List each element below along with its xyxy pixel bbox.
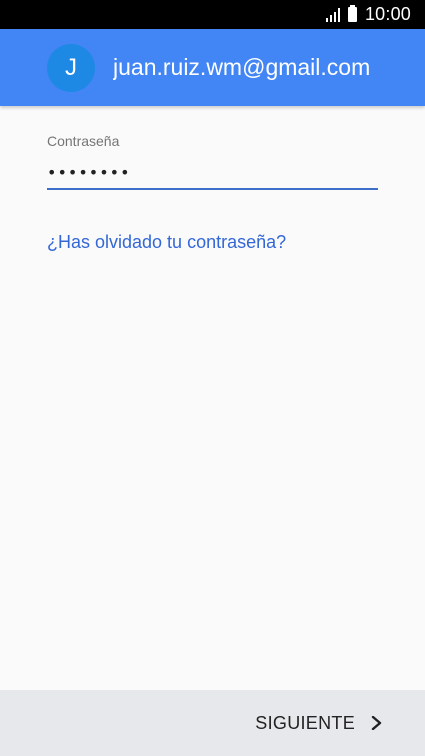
avatar: J (47, 43, 95, 92)
password-input[interactable] (47, 156, 378, 190)
status-time: 10:00 (364, 4, 411, 24)
screen: 10:00 J juan.ruiz.wm@gmail.com Contraseñ… (0, 0, 425, 756)
chevron-right-icon (371, 716, 382, 730)
password-label: Contraseña (47, 133, 120, 149)
next-button[interactable]: SIGUIENTE (255, 690, 383, 756)
signal-icon (325, 7, 342, 22)
forgot-password-link[interactable]: ¿Has olvidado tu contraseña? (47, 232, 286, 253)
bottom-bar: SIGUIENTE (0, 690, 425, 756)
battery-icon (347, 5, 357, 22)
status-bar: 10:00 (0, 0, 425, 29)
next-button-label: SIGUIENTE (255, 712, 355, 733)
account-header: J juan.ruiz.wm@gmail.com (0, 29, 425, 106)
account-email: juan.ruiz.wm@gmail.com (113, 54, 371, 80)
